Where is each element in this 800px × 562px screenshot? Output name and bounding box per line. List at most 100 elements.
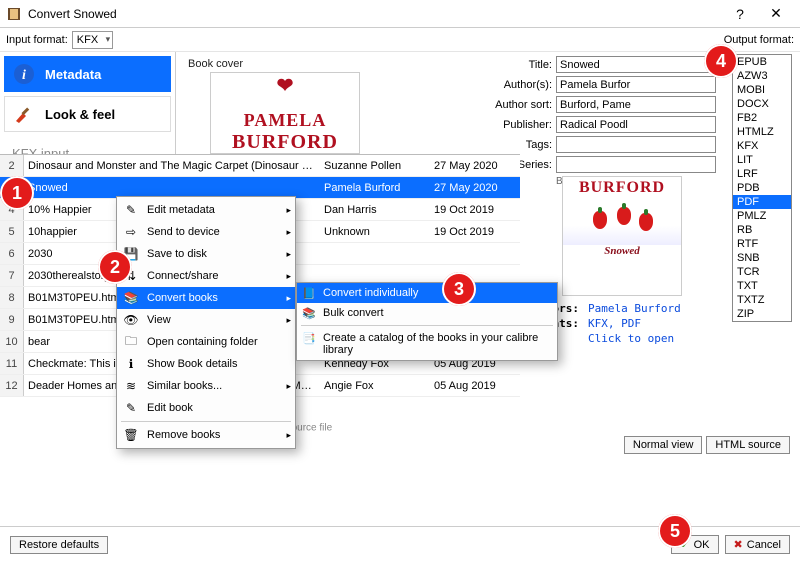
row-date: 05 Aug 2019	[430, 380, 520, 392]
menu-item[interactable]: 🗀Open containing folder	[117, 331, 295, 353]
menu-icon: ≋	[123, 378, 139, 394]
row-author: Suzanne Pollen	[320, 160, 430, 172]
input-format-label: Input format:	[6, 34, 68, 46]
row-index: 7	[0, 265, 24, 286]
app-icon	[6, 6, 22, 22]
output-format-dropdown[interactable]: EPUBAZW3MOBIDOCXFB2HTMLZKFXLITLRFPDBPDFP…	[732, 54, 792, 322]
menu-item[interactable]: ✎Edit metadata	[117, 199, 295, 221]
output-format-option-htmlz[interactable]: HTMLZ	[733, 125, 791, 139]
row-author: Angie Fox	[320, 380, 430, 392]
tab-metadata[interactable]: i Metadata	[4, 56, 171, 92]
output-format-option-pdf[interactable]: PDF	[733, 195, 791, 209]
book-cover[interactable]: ❤ PAMELA BURFORD	[210, 72, 360, 154]
output-format-option-lit[interactable]: LIT	[733, 153, 791, 167]
convert-submenu[interactable]: 📘Convert individually📚Bulk convert 📑Creat…	[296, 282, 558, 361]
toolbar: Input format: KFX Output format:	[0, 28, 800, 52]
menu-item[interactable]: ✎Edit book	[117, 397, 295, 419]
menu-item[interactable]: 📚Convert books	[117, 287, 295, 309]
menu-icon: ✎	[123, 202, 139, 218]
info-icon: i	[13, 63, 35, 85]
submenu-item[interactable]: 📑Create a catalog of the books in your c…	[297, 328, 557, 360]
tab-look-feel[interactable]: Look & feel	[4, 96, 171, 132]
cover-thumbnail[interactable]: BURFORD Snowed	[562, 176, 682, 296]
menu-item[interactable]: ⇅Connect/share	[117, 265, 295, 287]
output-format-option-txtz[interactable]: TXTZ	[733, 293, 791, 307]
authors-label: Author(s):	[466, 79, 552, 91]
svg-text:i: i	[22, 68, 26, 83]
menu-item[interactable]: ≋Similar books...	[117, 375, 295, 397]
row-index: 10	[0, 331, 24, 352]
output-format-option-rb[interactable]: RB	[733, 223, 791, 237]
row-date: 27 May 2020	[430, 182, 520, 194]
menu-icon: ⇨	[123, 224, 139, 240]
output-format-option-snb[interactable]: SNB	[733, 251, 791, 265]
context-menu[interactable]: ✎Edit metadata⇨Send to device💾Save to di…	[116, 196, 296, 449]
input-format-select[interactable]: KFX	[72, 31, 113, 49]
tags-label: Tags:	[466, 139, 552, 151]
row-index: 5	[0, 221, 24, 242]
output-format-option-rtf[interactable]: RTF	[733, 237, 791, 251]
authorsort-label: Author sort:	[466, 99, 552, 111]
submenu-item[interactable]: 📘Convert individually	[297, 283, 557, 303]
row-index: 12	[0, 375, 24, 396]
menu-icon: 🗀	[123, 334, 139, 350]
book-cover-label: Book cover	[188, 58, 243, 70]
output-format-label: Output format:	[724, 34, 794, 46]
html-source-button[interactable]: HTML source	[706, 436, 790, 454]
output-format-option-pdb[interactable]: PDB	[733, 181, 791, 195]
row-index: 6	[0, 243, 24, 264]
output-format-option-kfx[interactable]: KFX	[733, 139, 791, 153]
publisher-field[interactable]	[556, 116, 716, 133]
annotation-4: 4	[704, 44, 738, 78]
row-index: 9	[0, 309, 24, 330]
normal-view-button[interactable]: Normal view	[624, 436, 703, 454]
menu-item[interactable]: 🗑Remove books	[117, 424, 295, 446]
row-index: 8	[0, 287, 24, 308]
output-format-option-lrf[interactable]: LRF	[733, 167, 791, 181]
output-format-option-txt[interactable]: TXT	[733, 279, 791, 293]
menu-item[interactable]: ⇨Send to device	[117, 221, 295, 243]
series-field[interactable]	[556, 156, 716, 173]
menu-item[interactable]: 💾Save to disk	[117, 243, 295, 265]
window-title: Convert Snowed	[28, 7, 722, 21]
titlebar: Convert Snowed ? ✕	[0, 0, 800, 28]
output-format-option-epub[interactable]: EPUB	[733, 55, 791, 69]
title-field[interactable]	[556, 56, 716, 73]
annotation-2: 2	[98, 250, 132, 284]
close-button[interactable]: ✕	[758, 5, 794, 22]
output-format-option-docx[interactable]: DOCX	[733, 97, 791, 111]
cancel-button[interactable]: ✖Cancel	[725, 535, 790, 554]
submenu-item[interactable]: 📚Bulk convert	[297, 303, 557, 323]
output-format-option-zip[interactable]: ZIP	[733, 307, 791, 321]
menu-item[interactable]: 👁View	[117, 309, 295, 331]
output-format-option-azw3[interactable]: AZW3	[733, 69, 791, 83]
row-date: 19 Oct 2019	[430, 226, 520, 238]
details-formats: KFX, PDF	[588, 317, 641, 330]
row-author: Dan Harris	[320, 204, 430, 216]
help-button[interactable]: ?	[722, 6, 758, 22]
details-path-link[interactable]: Click to open	[588, 332, 674, 345]
menu-icon: ✎	[123, 400, 139, 416]
annotation-1: 1	[0, 176, 34, 210]
output-format-option-mobi[interactable]: MOBI	[733, 83, 791, 97]
submenu-icon: 📑	[301, 332, 317, 345]
menu-icon: 👁	[123, 312, 139, 328]
cancel-icon: ✖	[734, 538, 743, 551]
row-author: Unknown	[320, 226, 430, 238]
restore-defaults-button[interactable]: Restore defaults	[10, 536, 108, 554]
output-format-option-pmlz[interactable]: PMLZ	[733, 209, 791, 223]
output-format-option-tcr[interactable]: TCR	[733, 265, 791, 279]
output-format-option-fb2[interactable]: FB2	[733, 111, 791, 125]
brush-icon	[13, 103, 35, 125]
publisher-label: Publisher:	[466, 119, 552, 131]
tags-field[interactable]	[556, 136, 716, 153]
table-row[interactable]: 2Dinosaur and Monster and The Magic Carp…	[0, 155, 520, 177]
authors-field[interactable]	[556, 76, 716, 93]
row-author: Pamela Burford	[320, 182, 430, 194]
authorsort-field[interactable]	[556, 96, 716, 113]
annotation-3: 3	[442, 272, 476, 306]
menu-item[interactable]: ℹShow Book details	[117, 353, 295, 375]
row-index: 11	[0, 353, 24, 374]
title-label: Title:	[466, 59, 552, 71]
details-authors: Pamela Burford	[588, 302, 681, 315]
